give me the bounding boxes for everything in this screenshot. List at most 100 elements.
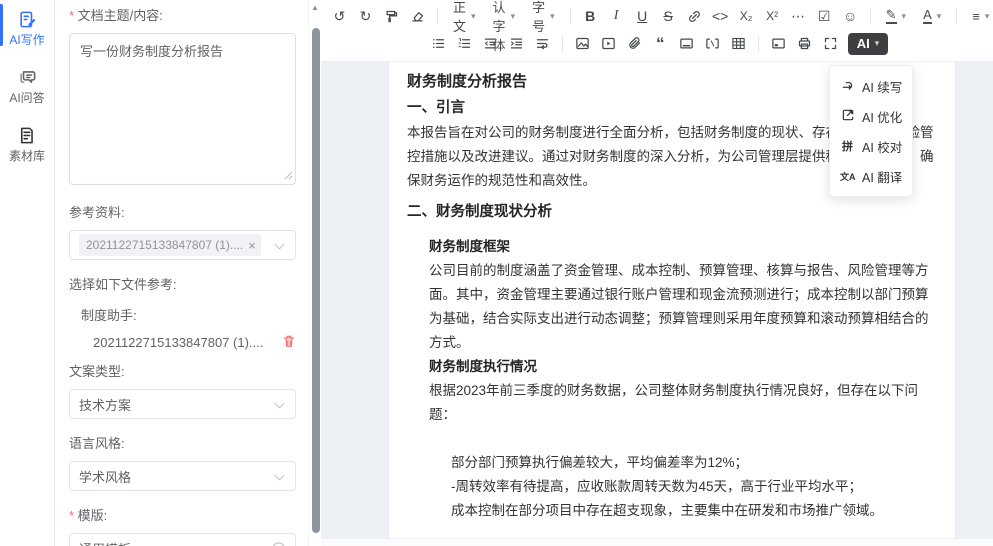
editor-area: ↺ ↻ 正文▾ 默认字体▾ 字号▾ B I U S xyxy=(321,0,993,546)
inline-code-icon[interactable]: <> xyxy=(708,4,733,28)
sidebar-item-label: AI问答 xyxy=(9,89,44,106)
table-icon[interactable] xyxy=(726,32,751,56)
editor-toolbar: ↺ ↻ 正文▾ 默认字体▾ 字号▾ B I U S xyxy=(321,0,993,62)
editor-body: 财务制度分析报告 一、引言 本报告旨在对公司的财务制度进行全面分析，包括财务制度… xyxy=(321,62,993,546)
ai-dropdown-menu: AI 续写 AI 优化 拼 AI 校对 文A AI 翻译 xyxy=(829,65,913,197)
issue-item: 成本控制在部分项目中存在超支现象，主要集中在研发和市场推广领域。 xyxy=(451,499,941,523)
format-painter-icon[interactable] xyxy=(379,4,404,28)
font-color-icon: A xyxy=(923,8,932,24)
code-block-icon[interactable] xyxy=(700,32,725,56)
ai-translate-icon: 文A xyxy=(840,170,855,183)
topic-input[interactable]: 写一份财务制度分析报告 xyxy=(69,33,296,185)
ai-menu-button[interactable]: AI▾ xyxy=(848,33,889,55)
ai-qa-icon xyxy=(18,68,37,87)
style-value: 学术风格 xyxy=(79,467,131,486)
blockquote-icon[interactable]: “ xyxy=(648,32,673,56)
fullscreen-icon[interactable] xyxy=(818,32,843,56)
sidebar-item-ai-qa[interactable]: AI问答 xyxy=(9,68,44,106)
attachment-icon[interactable] xyxy=(622,32,647,56)
sidebar-item-label: 素材库 xyxy=(9,147,45,164)
line-wrap-icon[interactable] xyxy=(530,32,555,56)
subheading-execution: 财务制度执行情况 xyxy=(429,355,941,379)
chevron-down-icon xyxy=(275,399,285,409)
link-icon[interactable] xyxy=(682,4,707,28)
doc-type-value: 技术方案 xyxy=(79,395,131,414)
caret-down-icon: ▾ xyxy=(875,38,880,49)
redo-icon[interactable]: ↻ xyxy=(353,4,378,28)
sidebar-item-ai-writing[interactable]: AI写作 xyxy=(9,10,44,48)
highlight-color-button[interactable]: ✎▾ xyxy=(878,4,914,28)
task-checkbox-icon[interactable]: ☑ xyxy=(812,4,837,28)
align-button[interactable]: ≡▾ xyxy=(964,4,993,28)
subscript-button[interactable]: X₂ xyxy=(734,4,759,28)
writing-form-panel: 文档主题/内容: 写一份财务制度分析报告 参考资料: 2021122715133… xyxy=(55,0,308,546)
ai-optimize-icon xyxy=(840,108,855,125)
scrollbar-thumb[interactable] xyxy=(312,28,320,533)
menu-item-ai-proofread[interactable]: 拼 AI 校对 xyxy=(830,131,912,161)
issue-item: 部分部门预算执行偏差较大，平均偏差率为12%； xyxy=(451,451,941,475)
italic-button[interactable]: I xyxy=(604,4,629,28)
emoji-icon[interactable]: ☺ xyxy=(838,4,863,28)
caret-down-icon: ▾ xyxy=(550,11,555,22)
align-icon: ≡ xyxy=(972,9,980,24)
caret-down-icon: ▾ xyxy=(511,11,516,22)
undo-icon[interactable]: ↺ xyxy=(327,4,352,28)
check-circle-icon xyxy=(271,541,286,546)
template-select[interactable]: 通用模板 xyxy=(69,533,296,546)
menu-item-ai-translate[interactable]: 文A AI 翻译 xyxy=(830,161,912,191)
outdent-icon[interactable] xyxy=(478,32,503,56)
card-view-icon[interactable] xyxy=(766,32,791,56)
strikethrough-button[interactable]: S xyxy=(656,4,681,28)
print-icon[interactable] xyxy=(792,32,817,56)
insert-video-icon[interactable] xyxy=(596,32,621,56)
toolbar-divider xyxy=(758,36,759,52)
panel-scrollbar: ▲ xyxy=(308,0,321,546)
reference-label: 参考资料: xyxy=(69,202,296,221)
paragraph-framework: 公司目前的制度涵盖了资金管理、成本控制、预算管理、核算与报告、风险管理等方面。其… xyxy=(429,259,941,355)
template-value: 通用模板 xyxy=(79,539,131,546)
font-color-button[interactable]: A▾ xyxy=(915,4,949,28)
issue-item: -周转效率有待提高，应收账款周转天数为45天，高于行业平均水平； xyxy=(451,475,941,499)
divider-block-icon[interactable] xyxy=(674,32,699,56)
chevron-down-icon xyxy=(275,240,285,250)
toolbar-row-2: “ AI▾ xyxy=(327,30,987,57)
paragraph-execution: 根据2023年前三季度的财务数据，公司整体财务制度执行情况良好，但存在以下问题： xyxy=(429,379,941,427)
issue-list: 部分部门预算执行偏差较大，平均偏差率为12%； -周转效率有待提高，应收账款周转… xyxy=(451,451,941,523)
style-select[interactable]: 学术风格 xyxy=(69,461,296,491)
subheading-framework: 财务制度框架 xyxy=(429,235,941,259)
selected-file-name: 2021122715133847807 (1).... xyxy=(81,335,263,350)
superscript-button[interactable]: X² xyxy=(760,4,785,28)
horizontal-scrollbar[interactable] xyxy=(321,538,993,546)
paragraph-style-select[interactable]: 正文▾ xyxy=(445,4,484,28)
caret-down-icon: ▾ xyxy=(937,11,942,22)
delete-file-icon[interactable] xyxy=(282,334,296,351)
app-window: AI写作 AI问答 素材库 文档主题/内容: 写一份财务制度分析报告 参考资料: xyxy=(0,0,993,546)
insert-image-icon[interactable] xyxy=(570,32,595,56)
chevron-down-icon xyxy=(255,543,265,546)
horizontal-rule-icon[interactable]: ⋯ xyxy=(786,4,811,28)
file-section-label: 选择如下文件参考: xyxy=(69,274,296,293)
indent-icon[interactable] xyxy=(504,32,529,56)
doc-type-select[interactable]: 技术方案 xyxy=(69,389,296,419)
toolbar-divider xyxy=(570,8,571,24)
unordered-list-icon[interactable] xyxy=(426,32,451,56)
reference-select[interactable]: 2021122715133847807 (1).... × xyxy=(69,230,296,260)
doc-type-label: 文案类型: xyxy=(69,361,296,380)
eraser-icon[interactable] xyxy=(405,4,430,28)
toolbar-divider xyxy=(956,8,957,24)
ai-continue-icon xyxy=(840,78,855,95)
sidebar-item-material-library[interactable]: 素材库 xyxy=(9,126,45,164)
menu-item-ai-optimize[interactable]: AI 优化 xyxy=(830,101,912,131)
bold-button[interactable]: B xyxy=(578,4,603,28)
toolbar-row-1: ↺ ↻ 正文▾ 默认字体▾ 字号▾ B I U S xyxy=(327,2,987,30)
menu-item-ai-continue[interactable]: AI 续写 xyxy=(830,71,912,101)
underline-button[interactable]: U xyxy=(630,4,655,28)
font-family-select[interactable]: 默认字体▾ xyxy=(485,4,524,28)
active-indicator xyxy=(0,4,3,46)
scroll-up-arrow-icon[interactable]: ▲ xyxy=(309,0,321,12)
ordered-list-icon[interactable] xyxy=(452,32,477,56)
section-heading-status: 二、财务制度现状分析 xyxy=(407,199,941,225)
tag-close-icon[interactable]: × xyxy=(248,239,256,252)
ai-writing-icon xyxy=(18,10,37,29)
font-size-select[interactable]: 字号▾ xyxy=(524,4,563,28)
